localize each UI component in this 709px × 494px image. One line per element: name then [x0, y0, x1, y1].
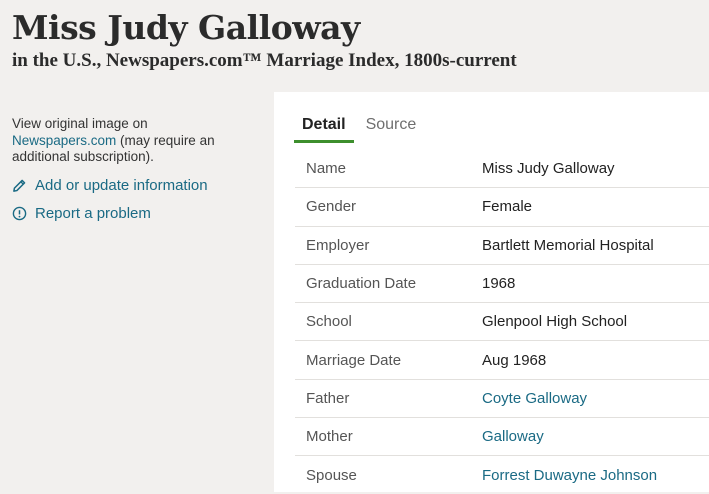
tab-detail[interactable]: Detail [294, 114, 354, 143]
mother-link[interactable]: Galloway [482, 428, 544, 445]
report-problem-label: Report a problem [35, 204, 151, 222]
tab-source[interactable]: Source [358, 114, 425, 143]
detail-label: Spouse [306, 466, 357, 484]
detail-row-mother: Mother Galloway [295, 418, 709, 457]
record-panel: Detail Source Name Miss Judy Galloway Ge… [274, 92, 709, 492]
detail-row-name: Name Miss Judy Galloway [295, 150, 709, 189]
record-tabs: Detail Source [294, 114, 428, 143]
sidebar: View original image on Newspapers.com (m… [12, 116, 257, 222]
spouse-link[interactable]: Forrest Duwayne Johnson [482, 467, 657, 484]
newspapers-link[interactable]: Newspapers.com [12, 133, 116, 148]
detail-row-gender: Gender Female [295, 188, 709, 227]
father-link[interactable]: Coyte Galloway [482, 390, 587, 407]
add-update-information-link[interactable]: Add or update information [12, 177, 257, 194]
detail-row-school: School Glenpool High School [295, 303, 709, 342]
view-original-note: View original image on Newspapers.com (m… [12, 116, 257, 166]
page-title: Miss Judy Galloway [12, 8, 360, 47]
report-problem-link[interactable]: Report a problem [12, 205, 257, 222]
detail-label: Marriage Date [306, 351, 402, 369]
detail-label: Employer [306, 236, 370, 254]
detail-label: Gender [306, 198, 357, 216]
add-update-label: Add or update information [35, 176, 208, 194]
detail-value: Glenpool High School [482, 313, 628, 331]
detail-row-graduation-date: Graduation Date 1968 [295, 265, 709, 304]
detail-row-marriage-date: Marriage Date Aug 1968 [295, 341, 709, 380]
detail-label: Mother [306, 428, 353, 446]
detail-value: Miss Judy Galloway [482, 160, 615, 178]
detail-value: Bartlett Memorial Hospital [482, 236, 654, 254]
collection-subtitle: in the U.S., Newspapers.com™ Marriage In… [12, 50, 517, 71]
detail-row-spouse: Spouse Forrest Duwayne Johnson [295, 456, 709, 493]
view-original-prefix: View original image on [12, 116, 148, 131]
detail-value: Female [482, 198, 533, 216]
detail-label: Graduation Date [306, 275, 417, 293]
detail-row-employer: Employer Bartlett Memorial Hospital [295, 227, 709, 265]
pencil-icon [13, 179, 26, 192]
detail-row-father: Father Coyte Galloway [295, 380, 709, 419]
detail-label: Name [306, 160, 347, 178]
detail-label: School [306, 313, 352, 331]
detail-value: Aug 1968 [482, 351, 547, 369]
info-circle-icon [12, 206, 27, 220]
detail-value: 1968 [482, 275, 516, 293]
detail-table: Name Miss Judy Galloway Gender Female Em… [295, 150, 709, 494]
page-header: Miss Judy Galloway in the U.S., Newspape… [12, 8, 517, 72]
detail-label: Father [306, 389, 350, 407]
